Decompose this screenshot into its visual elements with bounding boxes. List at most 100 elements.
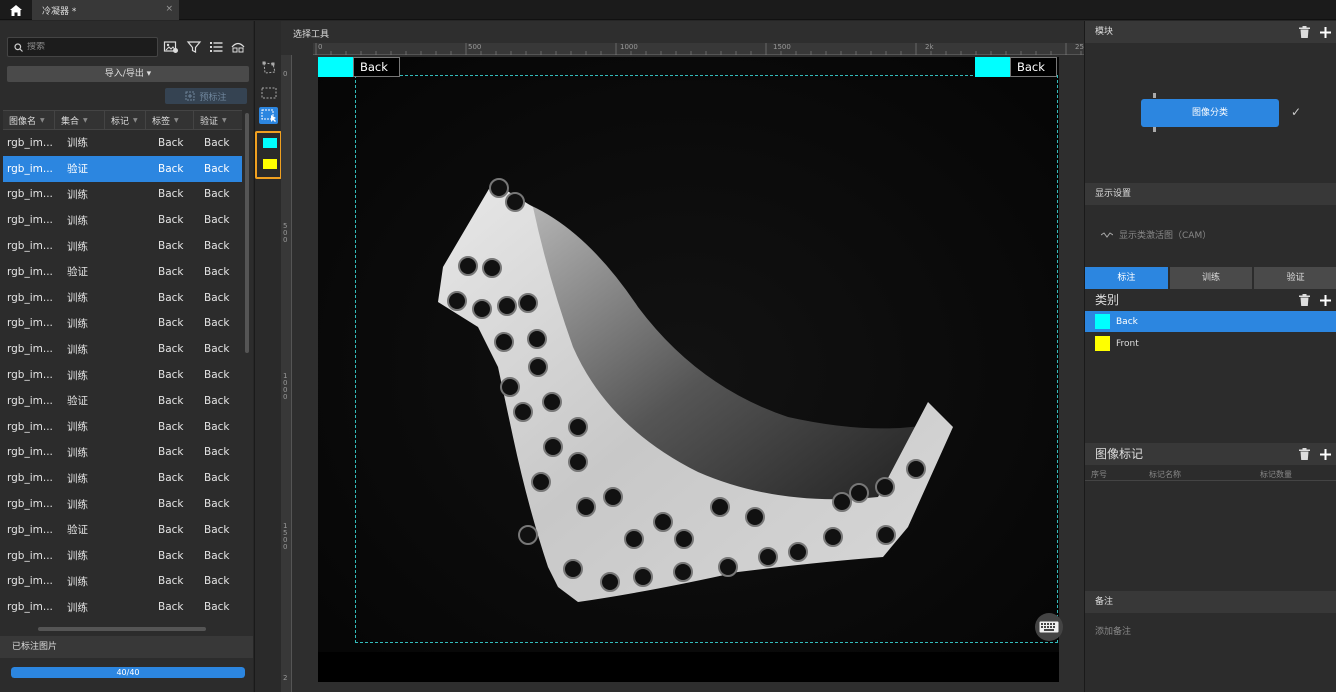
vertical-scrollbar[interactable] bbox=[245, 113, 249, 353]
selection-box[interactable] bbox=[355, 75, 1058, 643]
home-button[interactable] bbox=[0, 0, 32, 20]
image-name-cell: rgb_im... bbox=[7, 369, 53, 382]
table-row[interactable]: rgb_im... 训练 Back Back bbox=[3, 233, 242, 259]
label-cell: Back bbox=[158, 240, 184, 253]
table-row[interactable]: rgb_im... 验证 Back Back bbox=[3, 517, 242, 543]
image-filter-icon[interactable] bbox=[163, 39, 179, 55]
tag-color-swatch bbox=[318, 57, 353, 77]
tool-polygon[interactable] bbox=[259, 59, 278, 76]
verify-cell: Back bbox=[204, 498, 230, 511]
note-input[interactable]: 添加备注 bbox=[1095, 624, 1131, 637]
label-cell: Back bbox=[158, 446, 184, 459]
ruler-ticks bbox=[315, 43, 1082, 55]
tab-label[interactable]: 标注 bbox=[1085, 267, 1168, 289]
trash-icon[interactable] bbox=[1299, 294, 1310, 306]
tab-validate[interactable]: 验证 bbox=[1254, 267, 1336, 289]
col-set[interactable]: 集合 ▼ bbox=[55, 111, 105, 129]
vertical-ruler: 0 5 0 0 1 0 0 0 1 5 0 0 2 bbox=[281, 55, 292, 692]
col-image-name[interactable]: 图像名 ▼ bbox=[3, 111, 55, 129]
image-name-cell: rgb_im... bbox=[7, 136, 53, 149]
class-quick-select bbox=[255, 131, 282, 179]
labeled-images-header: 已标注图片 bbox=[0, 636, 253, 658]
table-row[interactable]: rgb_im... 训练 Back Back bbox=[3, 336, 242, 362]
table-row[interactable]: rgb_im... 训练 Back Back bbox=[3, 362, 242, 388]
canvas-area: 选择工具 0 500 1000 1500 2k 25 0 5 0 0 1 0 0… bbox=[281, 21, 1084, 692]
col-mark-name: 标记名称 bbox=[1149, 470, 1181, 479]
image-classification-node[interactable]: 图像分类 bbox=[1141, 99, 1279, 127]
import-export-button[interactable]: 导入/导出 ▾ bbox=[7, 66, 249, 82]
sort-icon: ▼ bbox=[83, 116, 88, 124]
search-box[interactable] bbox=[7, 37, 158, 57]
table-row[interactable]: rgb_im... 训练 Back Back bbox=[3, 285, 242, 311]
image-canvas[interactable]: Back Back bbox=[318, 57, 1059, 682]
image-name-cell: rgb_im... bbox=[7, 265, 53, 278]
trash-icon[interactable] bbox=[1299, 448, 1310, 460]
table-row[interactable]: rgb_im... 训练 Back Back bbox=[3, 543, 242, 569]
add-icon[interactable] bbox=[1320, 294, 1331, 306]
tab-project[interactable]: 冷凝器 * × bbox=[32, 0, 179, 20]
node-input-port bbox=[1153, 93, 1156, 98]
search-input[interactable] bbox=[27, 42, 147, 52]
label-cell: Back bbox=[158, 472, 184, 485]
set-cell: 训练 bbox=[67, 137, 88, 150]
add-icon[interactable] bbox=[1320, 26, 1331, 38]
table-header: 图像名 ▼ 集合 ▼ 标记 ▼ 标签 ▼ 验证 ▼ bbox=[3, 110, 242, 130]
table-row[interactable]: rgb_im... 验证 Back Back bbox=[3, 259, 242, 285]
ruler-label: 0 bbox=[283, 70, 288, 78]
image-table: 图像名 ▼ 集合 ▼ 标记 ▼ 标签 ▼ 验证 ▼ rgb_im... 训练 Back Back… bbox=[3, 110, 242, 620]
class-color-swatch bbox=[1095, 314, 1110, 329]
col-label[interactable]: 标签 ▼ bbox=[146, 111, 194, 129]
table-row[interactable]: rgb_im... 训练 Back Back bbox=[3, 207, 242, 233]
verify-cell: Back bbox=[204, 188, 230, 201]
image-name-cell: rgb_im... bbox=[7, 343, 53, 356]
table-row[interactable]: rgb_im... 验证 Back Back bbox=[3, 155, 242, 182]
select-tool-icon bbox=[261, 109, 276, 122]
prelabel-button[interactable]: 预标注 bbox=[165, 88, 247, 104]
tab-train[interactable]: 训练 bbox=[1169, 267, 1253, 289]
horizontal-scrollbar[interactable] bbox=[38, 627, 206, 631]
class-swatch-back[interactable] bbox=[263, 138, 277, 148]
keyboard-icon bbox=[1039, 621, 1059, 633]
set-cell: 训练 bbox=[67, 575, 88, 588]
table-row[interactable]: rgb_im... 训练 Back Back bbox=[3, 491, 242, 517]
class-item-back[interactable]: Back bbox=[1085, 311, 1336, 332]
table-row[interactable]: rgb_im... 训练 Back Back bbox=[3, 569, 242, 595]
col-mark-count: 标记数量 bbox=[1260, 470, 1292, 479]
label-cell: Back bbox=[158, 343, 184, 356]
class-swatch-front[interactable] bbox=[263, 159, 277, 169]
table-row[interactable]: rgb_im... 训练 Back Back bbox=[3, 465, 242, 491]
filter-icon[interactable] bbox=[186, 39, 202, 55]
verify-cell: Back bbox=[204, 369, 230, 382]
table-row[interactable]: rgb_im... 训练 Back Back bbox=[3, 414, 242, 440]
class-item-front[interactable]: Front bbox=[1085, 333, 1336, 354]
table-row[interactable]: rgb_im... 验证 Back Back bbox=[3, 388, 242, 414]
polygon-tool-icon bbox=[262, 61, 276, 74]
set-cell: 训练 bbox=[67, 317, 88, 330]
grid-view-icon[interactable] bbox=[230, 39, 246, 55]
module-header: 模块 bbox=[1085, 21, 1336, 43]
tool-rect-select[interactable] bbox=[259, 84, 278, 101]
col-verify[interactable]: 验证 ▼ bbox=[194, 111, 242, 129]
tab-title: 冷凝器 * bbox=[42, 6, 77, 17]
set-cell: 训练 bbox=[67, 550, 88, 563]
trash-icon[interactable] bbox=[1299, 26, 1310, 38]
table-row[interactable]: rgb_im... 训练 Back Back bbox=[3, 594, 242, 620]
table-row[interactable]: rgb_im... 训练 Back Back bbox=[3, 311, 242, 337]
set-cell: 训练 bbox=[67, 343, 88, 356]
col-mark[interactable]: 标记 ▼ bbox=[105, 111, 146, 129]
table-row[interactable]: rgb_im... 训练 Back Back bbox=[3, 182, 242, 208]
table-row[interactable]: rgb_im... 训练 Back Back bbox=[3, 440, 242, 466]
label-tag-left: Back bbox=[318, 57, 400, 77]
keyboard-shortcuts-button[interactable] bbox=[1035, 613, 1063, 641]
tab-close-icon[interactable]: × bbox=[165, 4, 173, 14]
set-cell: 训练 bbox=[67, 421, 88, 434]
title-bar: 冷凝器 * × bbox=[0, 0, 1336, 20]
cam-toggle[interactable]: 显示类激活图（CAM） bbox=[1101, 228, 1211, 241]
prelabel-icon bbox=[185, 91, 195, 101]
verify-cell: Back bbox=[204, 472, 230, 485]
list-view-icon[interactable] bbox=[208, 39, 224, 55]
add-icon[interactable] bbox=[1320, 448, 1331, 460]
tool-select[interactable] bbox=[259, 107, 278, 124]
table-row[interactable]: rgb_im... 训练 Back Back bbox=[3, 130, 242, 156]
image-name-cell: rgb_im... bbox=[7, 291, 53, 304]
